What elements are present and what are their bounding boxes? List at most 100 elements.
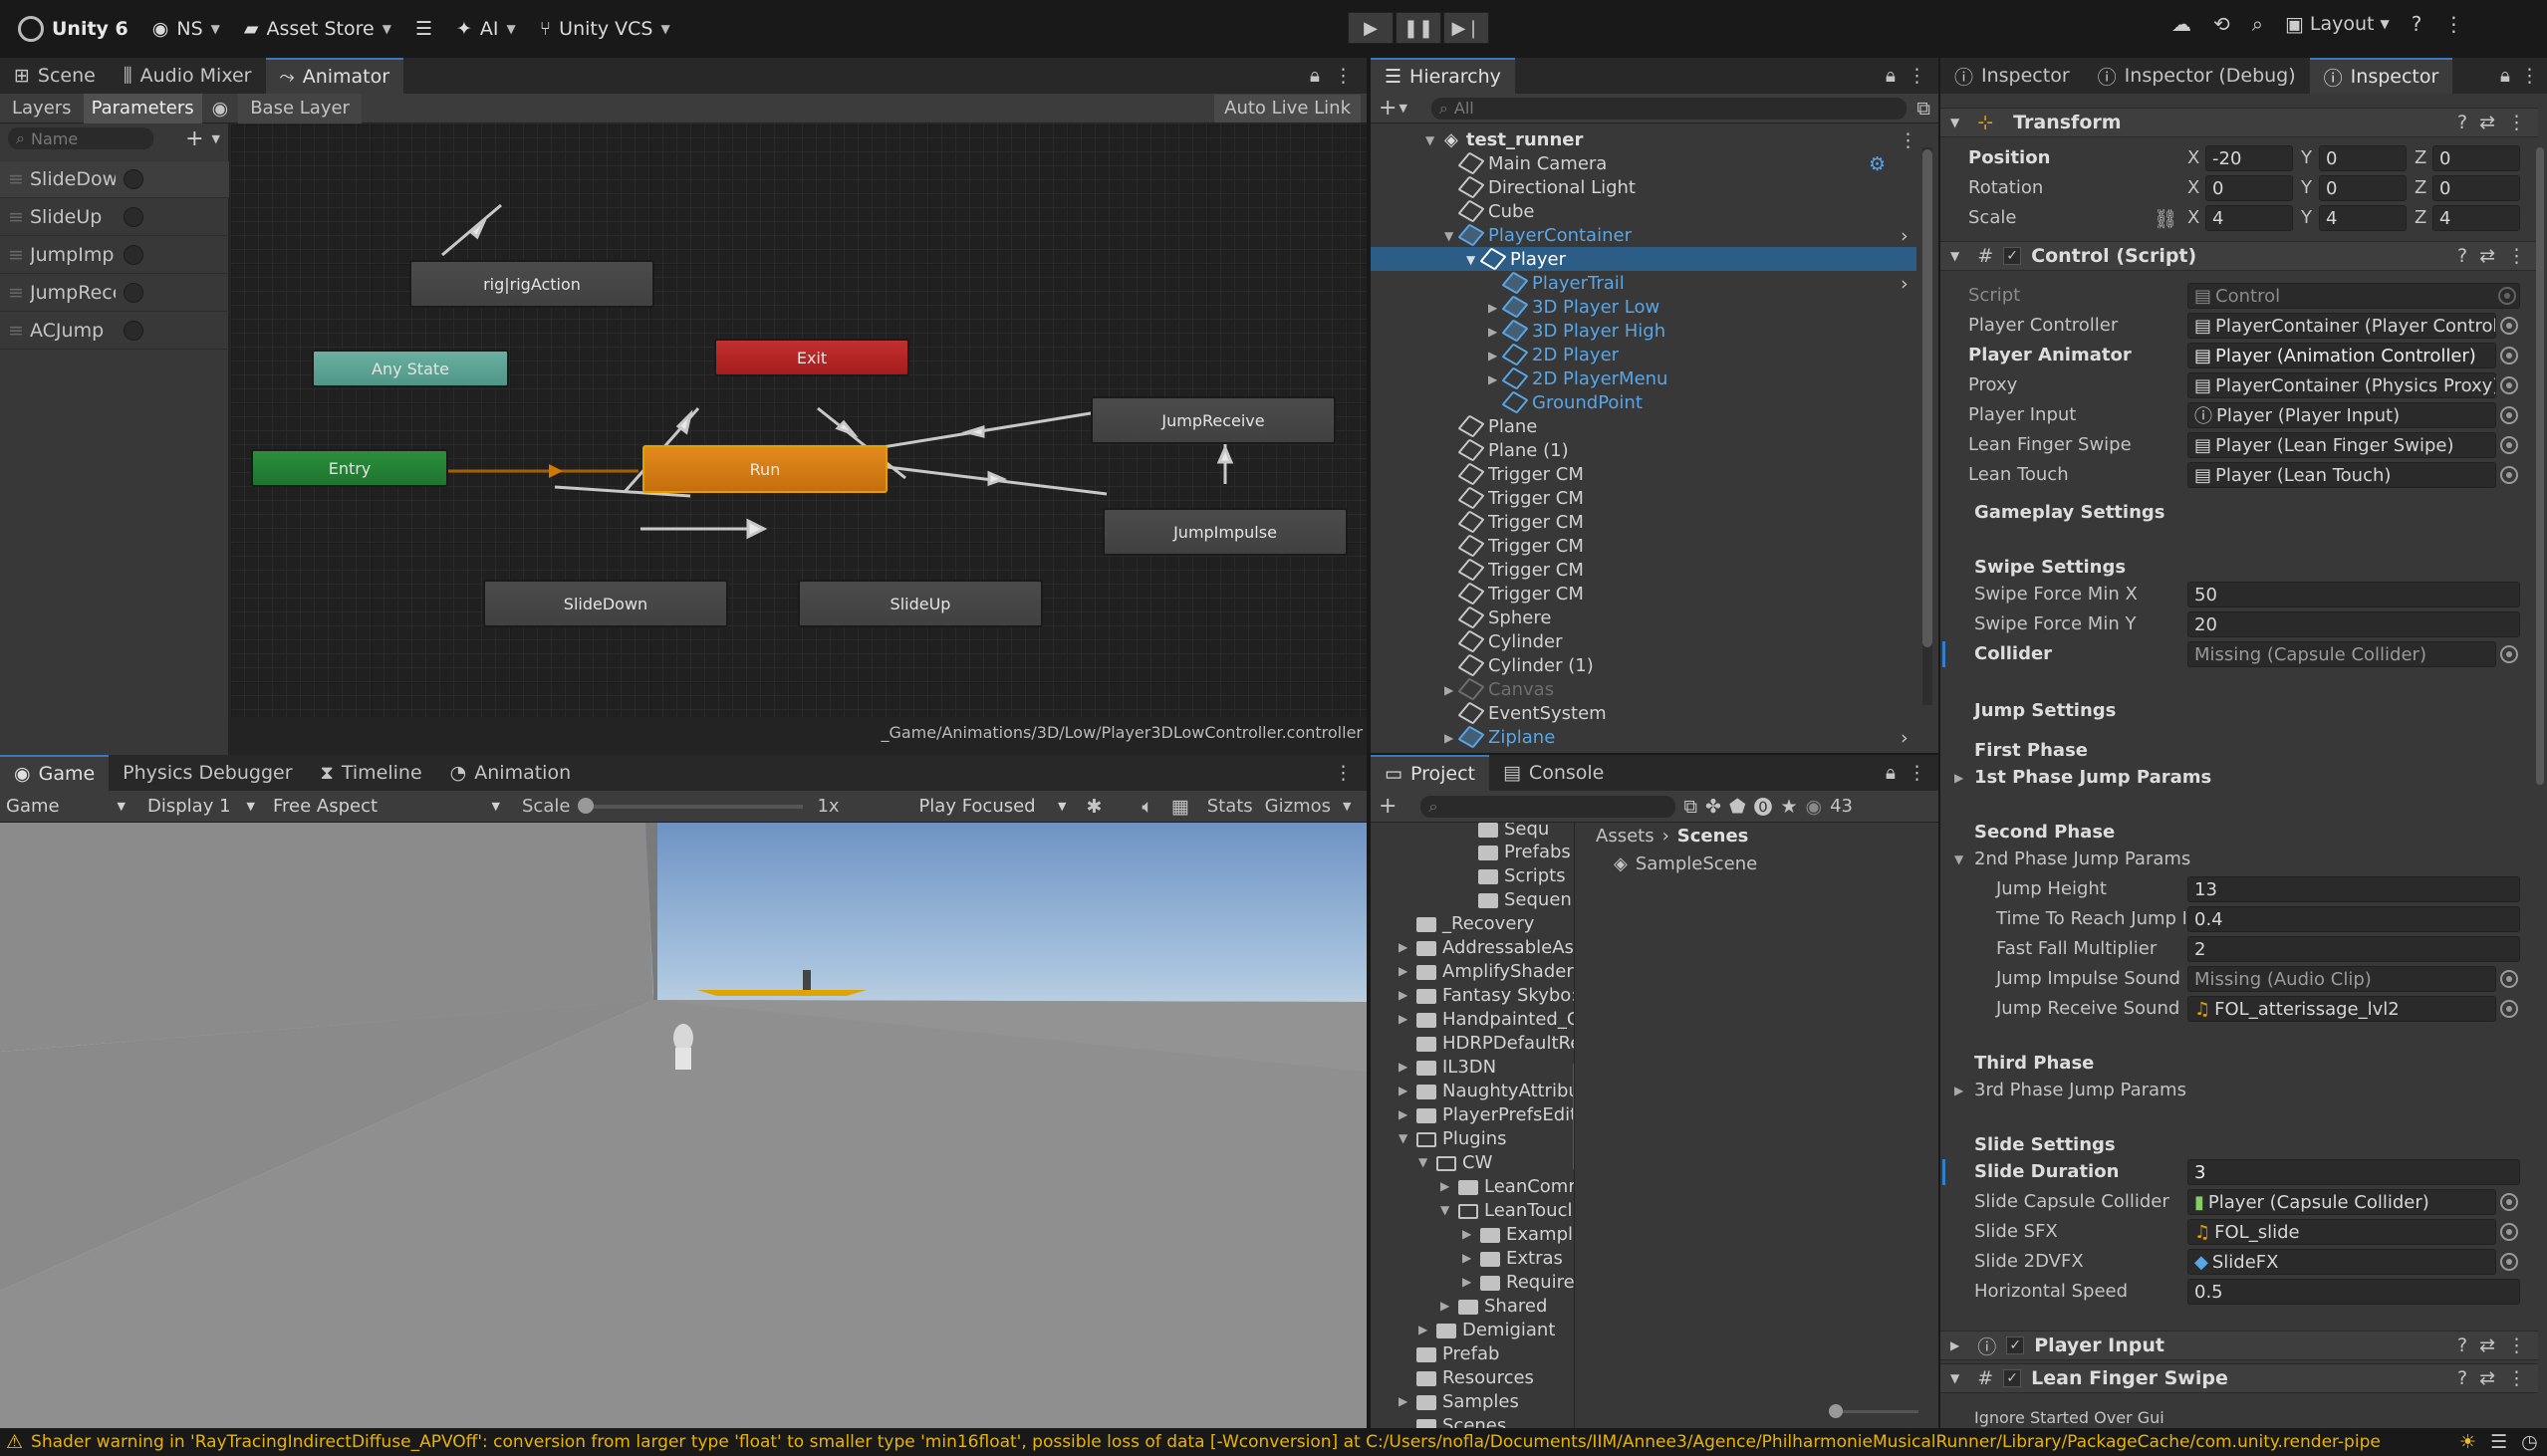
tab-audio-mixer[interactable]: ⫼ Audio Mixer [110, 58, 266, 94]
expand-icon[interactable]: ▶ [1399, 1060, 1407, 1074]
hierarchy-item-selected[interactable]: Player [1479, 247, 1566, 271]
folder-item[interactable]: Demigiant [1436, 1318, 1555, 1341]
trigger-radio[interactable] [124, 283, 143, 303]
ai-dropdown[interactable]: ✦ AI ▼ [444, 12, 528, 46]
object-picker-icon[interactable] [2500, 1193, 2518, 1211]
folder-item[interactable]: Sequen [1478, 887, 1572, 911]
lock-icon[interactable]: 🔒︎ [2500, 65, 2510, 87]
project-search-input[interactable]: ⌕ [1420, 795, 1676, 818]
preset-icon[interactable]: ⇄ [2479, 112, 2495, 133]
folder-item[interactable]: Resources [1416, 1365, 1534, 1389]
more-icon[interactable]: ⋮ [1908, 762, 1926, 784]
hierarchy-item[interactable]: Plane (1) [1457, 438, 1569, 462]
tab-inspector-active[interactable]: ⓘ Inspector [2309, 58, 2453, 94]
state-any-state[interactable]: Any State [312, 350, 509, 387]
folder-item[interactable]: Extras [1480, 1246, 1563, 1270]
param-row[interactable]: ≡ JumpImpulse [0, 237, 229, 274]
chevron-right-icon[interactable]: › [1901, 273, 1909, 295]
add-parameter-button[interactable]: + [185, 126, 203, 151]
control-script-header[interactable]: ▼ # ✓ Control (Script) ? ⇄ ⋮ [1940, 241, 2538, 271]
gizmos-button[interactable]: Gizmos [1265, 796, 1331, 817]
jump-receive-sound-field[interactable]: ♫ FOL_atterissage_lvl2 [2187, 996, 2496, 1022]
collapse-icon[interactable]: ▼ [1399, 1131, 1407, 1145]
rotation-z-field[interactable]: 0 [2432, 175, 2520, 201]
account-dropdown[interactable]: ◉ NS ▼ [140, 12, 232, 46]
state-slide-up[interactable]: SlideUp [798, 580, 1043, 627]
collapse-icon[interactable]: ▼ [1466, 253, 1475, 267]
tab-animation[interactable]: ◔ Animation [436, 755, 585, 791]
slide-vfx-field[interactable]: ◆ SlideFX [2187, 1249, 2496, 1275]
slide-duration-field[interactable]: 3 [2187, 1159, 2520, 1185]
hierarchy-item[interactable]: Trigger CM [1457, 534, 1584, 558]
hierarchy-item[interactable]: Ziplane [1457, 725, 1555, 749]
icon-size-slider[interactable] [1829, 1404, 1918, 1418]
folder-item[interactable]: Prefab [1416, 1341, 1499, 1365]
more-icon[interactable]: ⋮ [2443, 12, 2463, 36]
history-icon[interactable]: ⟲ [2213, 12, 2230, 36]
object-picker-icon[interactable] [2498, 287, 2516, 305]
scale-y-field[interactable]: 4 [2319, 205, 2407, 231]
object-picker-icon[interactable] [2500, 466, 2518, 484]
lean-finger-swipe-header[interactable]: ▼ # ✓ Lean Finger Swipe ? ⇄ ⋮ [1940, 1363, 2538, 1393]
more-icon[interactable]: ⋮ [1908, 65, 1926, 87]
more-icon[interactable]: ⋮ [2507, 1335, 2526, 1356]
param-row[interactable]: ≡ ACJump [0, 313, 229, 350]
tab-project[interactable]: ▭ Project [1371, 755, 1489, 791]
object-picker-icon[interactable] [2500, 406, 2518, 424]
folder-item[interactable]: _Recovery [1416, 911, 1534, 935]
stats-button[interactable]: Stats [1207, 796, 1253, 817]
breadcrumb-scenes[interactable]: Scenes [1677, 826, 1749, 847]
unity-menu[interactable]: Unity 6 [6, 12, 140, 46]
hierarchy-item[interactable]: Cylinder (1) [1457, 653, 1594, 677]
lean-touch-field[interactable]: ▤ Player (Lean Touch) [2187, 462, 2496, 488]
search-filter-icon[interactable]: ⧉ [1683, 796, 1697, 818]
breadcrumb-base-layer[interactable]: Base Layer [238, 93, 362, 123]
folder-item[interactable]: LeanToucl [1458, 1198, 1572, 1222]
tab-inspector-debug[interactable]: ⓘ Inspector (Debug) [2084, 58, 2310, 94]
slide-collider-field[interactable]: ▮ Player (Capsule Collider) [2187, 1189, 2496, 1215]
bug-icon[interactable]: ✱ [1086, 796, 1102, 818]
tab-inspector[interactable]: ⓘ Inspector [1940, 58, 2084, 94]
more-icon[interactable]: ⋮ [1334, 762, 1353, 784]
grid-icon[interactable]: ▦ [1171, 796, 1189, 818]
folder-item[interactable]: Fantasy Skybo: [1416, 983, 1574, 1007]
folder-item[interactable]: Require [1480, 1270, 1574, 1294]
expand-icon[interactable]: ▶ [1444, 683, 1453, 697]
expand-icon[interactable]: ▶ [1399, 1084, 1407, 1097]
folder-item[interactable]: CW [1436, 1150, 1492, 1174]
chevron-right-icon[interactable]: › [1901, 727, 1909, 749]
object-picker-icon[interactable] [2500, 376, 2518, 394]
jump-height-field[interactable]: 13 [2187, 876, 2520, 902]
folder-item[interactable]: AddressableAs [1416, 935, 1574, 959]
state-exit[interactable]: Exit [714, 339, 909, 376]
collapse-icon[interactable]: ▼ [1418, 1155, 1427, 1169]
preset-icon[interactable]: ⇄ [2479, 1367, 2495, 1389]
more-icon[interactable]: ⋮ [1899, 129, 1917, 151]
trigger-radio[interactable] [124, 169, 143, 189]
slide-sfx-field[interactable]: ♫ FOL_slide [2187, 1219, 2496, 1245]
play-focused-dropdown[interactable]: Play Focused ▼ [912, 794, 1072, 820]
tab-console[interactable]: ▤ Console [1489, 755, 1618, 791]
inspector-scrollbar[interactable] [2536, 147, 2544, 785]
project-tree-scrollbar[interactable] [1573, 1062, 1574, 1171]
param-row[interactable]: ≡ JumpReceive [0, 275, 229, 312]
enabled-checkbox[interactable]: ✓ [2003, 1369, 2022, 1387]
folder-item[interactable]: Handpainted_G [1416, 1007, 1574, 1031]
scene-root[interactable]: ◈ test_runner [1444, 127, 1583, 151]
param-row[interactable]: ≡ SlideUp [0, 199, 229, 236]
expand-icon[interactable]: ▶ [1488, 301, 1497, 315]
hierarchy-item[interactable]: Main Camera [1457, 151, 1607, 175]
help-icon[interactable]: ? [2457, 1367, 2467, 1389]
tab-hierarchy[interactable]: ☰ Hierarchy [1371, 58, 1515, 94]
expand-icon[interactable]: ▶ [1462, 1275, 1471, 1289]
folder-item[interactable]: NaughtyAttribu [1416, 1079, 1574, 1102]
player-animator-field[interactable]: ▤ Player (Animation Controller) [2187, 343, 2496, 368]
asset-store-dropdown[interactable]: ▰ Asset Store ▼ [232, 12, 403, 46]
lock-icon[interactable]: 🔒︎ [1886, 762, 1896, 784]
scale-z-field[interactable]: 4 [2432, 205, 2520, 231]
more-icon[interactable]: ⋮ [2520, 65, 2539, 87]
folder-item[interactable]: LeanComr [1458, 1174, 1574, 1198]
folder-item[interactable]: PlayerPrefsEdit [1416, 1102, 1574, 1126]
hierarchy-item[interactable]: Trigger CM [1457, 558, 1584, 582]
folder-item[interactable]: Scenes [1416, 1413, 1506, 1428]
